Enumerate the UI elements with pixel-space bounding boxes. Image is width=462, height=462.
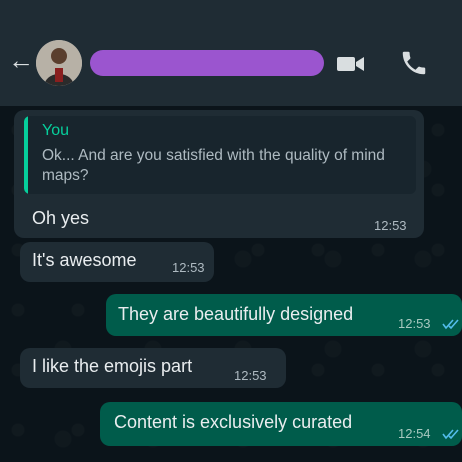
status-bar	[0, 0, 462, 14]
quote-accent-bar	[24, 116, 28, 194]
quote-text: Ok... And are you satisfied with the qua…	[42, 147, 385, 184]
message-bubble-incoming[interactable]: I like the emojis part 12:53	[20, 348, 286, 388]
message-text: I like the emojis part	[32, 356, 193, 376]
avatar-photo	[36, 40, 82, 86]
chat-header: ←	[0, 14, 462, 106]
quoted-reply[interactable]: You Ok... And are you satisfied with the…	[24, 116, 416, 194]
message-time: 12:53	[234, 368, 267, 383]
message-time: 12:53	[398, 316, 431, 331]
voice-call-icon[interactable]	[399, 48, 429, 78]
contact-name-redacted[interactable]	[90, 50, 324, 76]
message-time: 12:53	[172, 260, 205, 275]
message-time: 12:54	[398, 426, 431, 441]
contact-avatar[interactable]	[36, 40, 82, 86]
message-bubble-outgoing[interactable]: Content is exclusively curated 12:54	[100, 402, 462, 446]
message-text: They are beautifully designed	[118, 304, 354, 324]
message-text: It's awesome	[32, 250, 137, 270]
message-bubble-incoming[interactable]: You Ok... And are you satisfied with the…	[14, 110, 424, 238]
message-time: 12:53	[374, 218, 407, 233]
message-list[interactable]: You Ok... And are you satisfied with the…	[0, 106, 462, 462]
message-bubble-incoming[interactable]: It's awesome 12:53	[20, 242, 214, 282]
quote-author: You	[42, 122, 69, 139]
read-receipt-icon	[442, 319, 459, 330]
message-text: Oh yes	[32, 208, 90, 228]
message-text: Content is exclusively curated	[114, 412, 353, 432]
back-arrow-icon[interactable]: ←	[8, 47, 34, 73]
message-bubble-outgoing[interactable]: They are beautifully designed 12:53	[106, 294, 462, 336]
read-receipt-icon	[442, 429, 459, 440]
video-call-icon[interactable]	[336, 52, 366, 76]
